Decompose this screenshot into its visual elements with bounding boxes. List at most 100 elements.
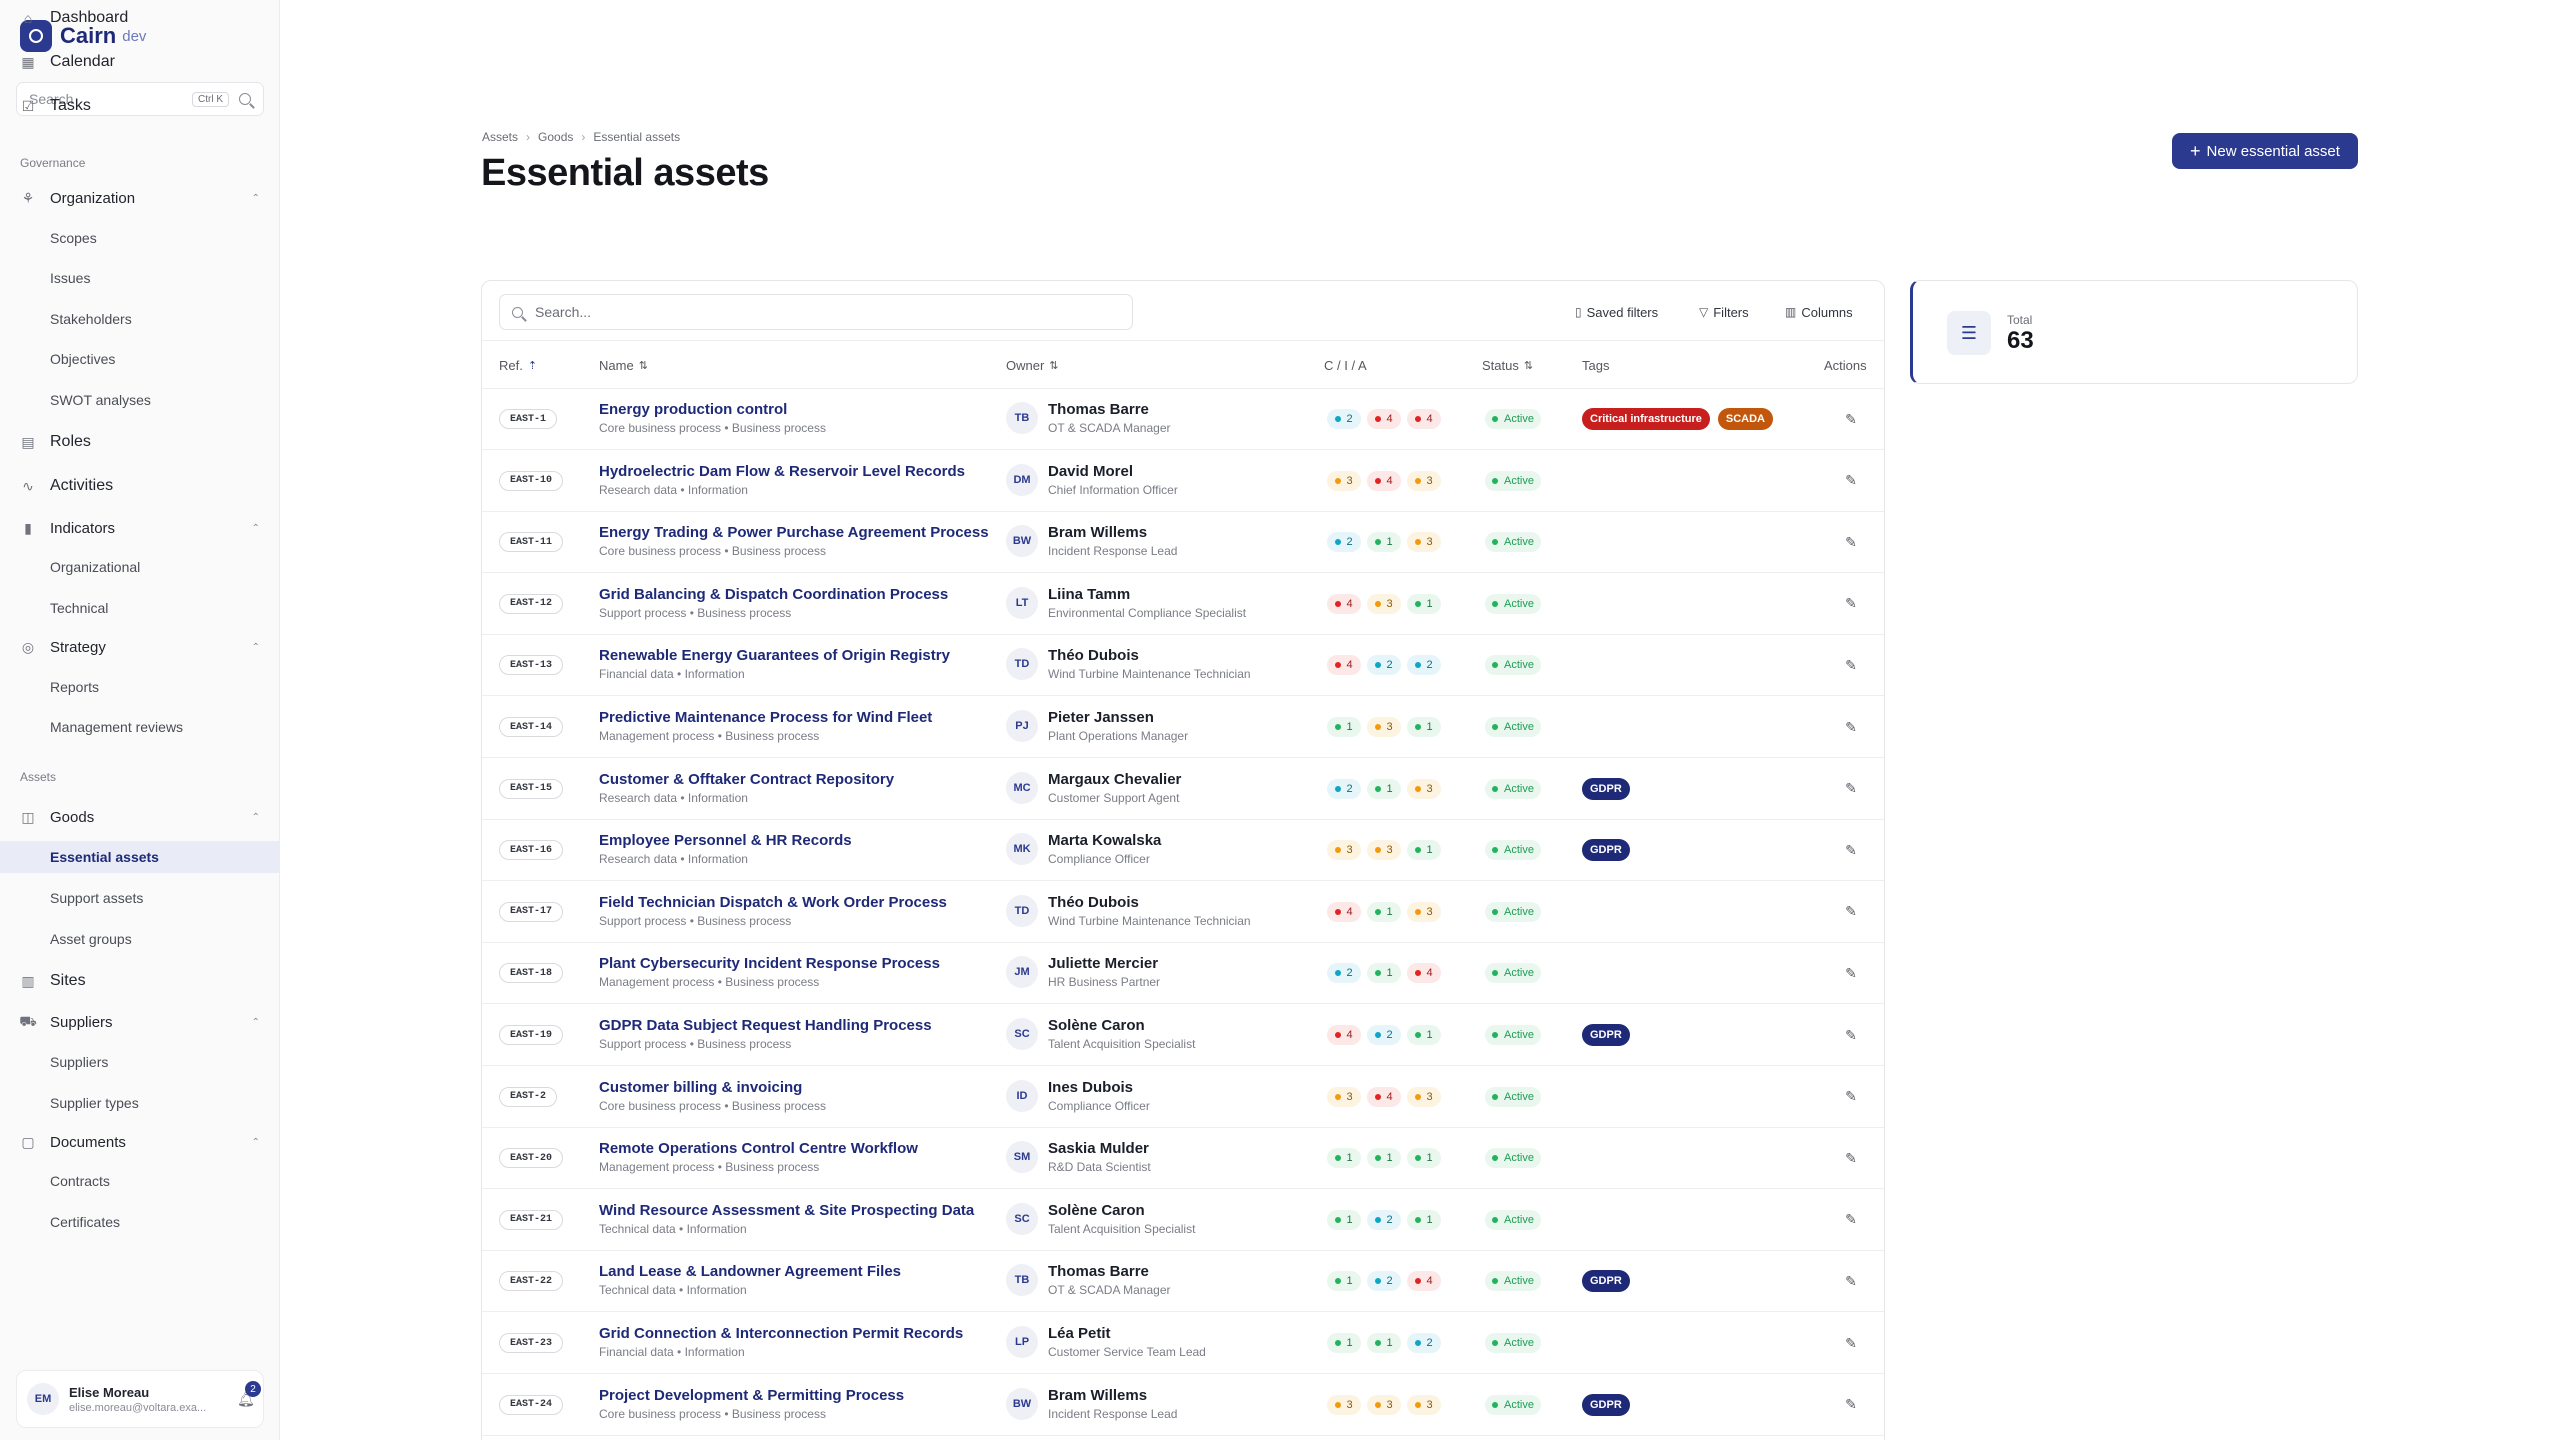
nav-organization-child[interactable]: Scopes: [0, 222, 280, 254]
edit-icon[interactable]: ✎: [1842, 841, 1860, 859]
asset-name-link[interactable]: Energy production control: [599, 401, 826, 418]
nav-tasks[interactable]: ☑ Tasks: [0, 90, 280, 122]
table-row[interactable]: EAST-22 Land Lease & Landowner Agreement…: [482, 1251, 1884, 1313]
nav-documents[interactable]: ▢ Documents ⌃: [0, 1126, 280, 1158]
table-row[interactable]: EAST-11 Energy Trading & Power Purchase …: [482, 512, 1884, 574]
user-card[interactable]: EM Elise Moreau elise.moreau@voltara.exa…: [16, 1370, 264, 1428]
nav-indicators-child[interactable]: Organizational: [0, 551, 280, 583]
edit-icon[interactable]: ✎: [1842, 964, 1860, 982]
nav-dashboard[interactable]: ⌂ Dashboard: [0, 2, 280, 34]
edit-icon[interactable]: ✎: [1842, 903, 1860, 921]
nav-organization[interactable]: ⚘ Organization ⌃: [0, 182, 280, 214]
table-row[interactable]: EAST-23 Grid Connection & Interconnectio…: [482, 1313, 1884, 1374]
table-row[interactable]: EAST-16 Employee Personnel & HR Records …: [482, 820, 1884, 882]
nav-indicators-child[interactable]: Technical: [0, 592, 280, 624]
asset-name-link[interactable]: Project Development & Permitting Process: [599, 1387, 904, 1404]
breadcrumb-goods[interactable]: Goods: [538, 130, 573, 144]
breadcrumb-assets[interactable]: Assets: [482, 130, 518, 144]
edit-icon[interactable]: ✎: [1842, 718, 1860, 736]
table-row[interactable]: EAST-14 Predictive Maintenance Process f…: [482, 697, 1884, 758]
table-row[interactable]: EAST-20 Remote Operations Control Centre…: [482, 1128, 1884, 1190]
table-row[interactable]: EAST-12 Grid Balancing & Dispatch Coordi…: [482, 574, 1884, 635]
column-name[interactable]: Name ⇅: [599, 358, 648, 373]
asset-name-link[interactable]: Grid Balancing & Dispatch Coordination P…: [599, 586, 948, 603]
edit-icon[interactable]: ✎: [1842, 780, 1860, 798]
chevron-up-icon[interactable]: ⌃: [252, 523, 260, 534]
chevron-up-icon[interactable]: ⌃: [252, 1137, 260, 1148]
nav-organization-child[interactable]: SWOT analyses: [0, 384, 280, 416]
asset-name-link[interactable]: Customer & Offtaker Contract Repository: [599, 771, 894, 788]
asset-name-link[interactable]: Energy Trading & Power Purchase Agreemen…: [599, 524, 989, 541]
table-row[interactable]: EAST-19 GDPR Data Subject Request Handli…: [482, 1005, 1884, 1066]
asset-name-link[interactable]: Hydroelectric Dam Flow & Reservoir Level…: [599, 463, 965, 480]
edit-icon[interactable]: ✎: [1842, 1149, 1860, 1167]
asset-name-link[interactable]: Remote Operations Control Centre Workflo…: [599, 1140, 918, 1157]
nav-strategy-child[interactable]: Reports: [0, 671, 280, 703]
edit-icon[interactable]: ✎: [1842, 1088, 1860, 1106]
asset-name-link[interactable]: Plant Cybersecurity Incident Response Pr…: [599, 955, 940, 972]
edit-icon[interactable]: ✎: [1842, 1334, 1860, 1352]
nav-strategy[interactable]: ◎ Strategy ⌃: [0, 631, 280, 663]
edit-icon[interactable]: ✎: [1842, 410, 1860, 428]
columns-button[interactable]: ▥ Columns: [1777, 299, 1861, 325]
asset-name-link[interactable]: Field Technician Dispatch & Work Order P…: [599, 894, 947, 911]
owner-name: Juliette Mercier: [1048, 955, 1159, 973]
table-row[interactable]: EAST-10 Hydroelectric Dam Flow & Reservo…: [482, 451, 1884, 512]
column-status[interactable]: Status ⇅: [1482, 358, 1533, 373]
table-row[interactable]: EAST-13 Renewable Energy Guarantees of O…: [482, 635, 1884, 697]
table-row[interactable]: EAST-1 Energy production control Core bu…: [482, 389, 1884, 450]
asset-name-link[interactable]: Land Lease & Landowner Agreement Files: [599, 1263, 901, 1280]
edit-icon[interactable]: ✎: [1842, 533, 1860, 551]
column-owner[interactable]: Owner ⇅: [1006, 358, 1059, 373]
chevron-up-icon[interactable]: ⌃: [252, 193, 260, 204]
nav-goods-child[interactable]: Asset groups: [0, 923, 280, 955]
asset-name-link[interactable]: GDPR Data Subject Request Handling Proce…: [599, 1017, 932, 1034]
nav-goods-child[interactable]: Support assets: [0, 882, 280, 914]
nav-sites[interactable]: ▥ Sites: [0, 965, 280, 997]
nav-organization-child[interactable]: Issues: [0, 262, 280, 294]
nav-suppliers-child[interactable]: Suppliers: [0, 1046, 280, 1078]
saved-filters-button[interactable]: ▯ Saved filters: [1567, 299, 1666, 325]
edit-icon[interactable]: ✎: [1842, 1211, 1860, 1229]
column-ref[interactable]: Ref. ⇡: [499, 358, 537, 373]
nav-strategy-child[interactable]: Management reviews: [0, 711, 280, 743]
asset-name-link[interactable]: Renewable Energy Guarantees of Origin Re…: [599, 647, 950, 664]
nav-calendar[interactable]: ▦ Calendar: [0, 46, 280, 78]
edit-icon[interactable]: ✎: [1842, 1026, 1860, 1044]
table-search-input[interactable]: Search...: [499, 294, 1133, 330]
bell-icon[interactable]: 🔔︎ 2: [237, 1381, 261, 1407]
asset-name-link[interactable]: Predictive Maintenance Process for Wind …: [599, 709, 932, 726]
asset-name-link[interactable]: Grid Connection & Interconnection Permit…: [599, 1325, 963, 1342]
filters-button[interactable]: ▽ Filters: [1691, 299, 1757, 325]
nav-activities[interactable]: ∿ Activities: [0, 470, 280, 502]
nav-documents-child[interactable]: Certificates: [0, 1206, 280, 1238]
table-row[interactable]: EAST-18 Plant Cybersecurity Incident Res…: [482, 943, 1884, 1005]
edit-icon[interactable]: ✎: [1842, 595, 1860, 613]
table-row[interactable]: EAST-21 Wind Resource Assessment & Site …: [482, 1190, 1884, 1251]
table-row[interactable]: EAST-15 Customer & Offtaker Contract Rep…: [482, 759, 1884, 820]
edit-icon[interactable]: ✎: [1842, 656, 1860, 674]
chevron-up-icon[interactable]: ⌃: [252, 1017, 260, 1028]
nav-organization-child[interactable]: Stakeholders: [0, 303, 280, 335]
chevron-up-icon[interactable]: ⌃: [252, 812, 260, 823]
nav-goods-child[interactable]: Essential assets: [0, 841, 280, 873]
nav-suppliers-child[interactable]: Supplier types: [0, 1087, 280, 1119]
edit-icon[interactable]: ✎: [1842, 1396, 1860, 1414]
nav-documents-child[interactable]: Contracts: [0, 1165, 280, 1197]
edit-icon[interactable]: ✎: [1842, 1272, 1860, 1290]
edit-icon[interactable]: ✎: [1842, 472, 1860, 490]
nav-suppliers[interactable]: ⛟ Suppliers ⌃: [0, 1006, 280, 1038]
owner-name: Thomas Barre: [1048, 401, 1149, 418]
asset-name-link[interactable]: Wind Resource Assessment & Site Prospect…: [599, 1202, 974, 1219]
asset-name-link[interactable]: Customer billing & invoicing: [599, 1079, 826, 1096]
table-row[interactable]: EAST-17 Field Technician Dispatch & Work…: [482, 882, 1884, 943]
nav-goods[interactable]: ◫ Goods ⌃: [0, 801, 280, 833]
asset-name-link[interactable]: Employee Personnel & HR Records: [599, 832, 852, 849]
chevron-up-icon[interactable]: ⌃: [252, 642, 260, 653]
nav-indicators[interactable]: ▮ Indicators ⌃: [0, 512, 280, 544]
table-row[interactable]: EAST-2 Customer billing & invoicing Core…: [482, 1067, 1884, 1128]
nav-organization-child[interactable]: Objectives: [0, 343, 280, 375]
nav-roles[interactable]: ▤ Roles: [0, 426, 280, 458]
table-row[interactable]: EAST-24 Project Development & Permitting…: [482, 1375, 1884, 1436]
new-essential-asset-button[interactable]: + New essential asset: [2172, 133, 2358, 169]
